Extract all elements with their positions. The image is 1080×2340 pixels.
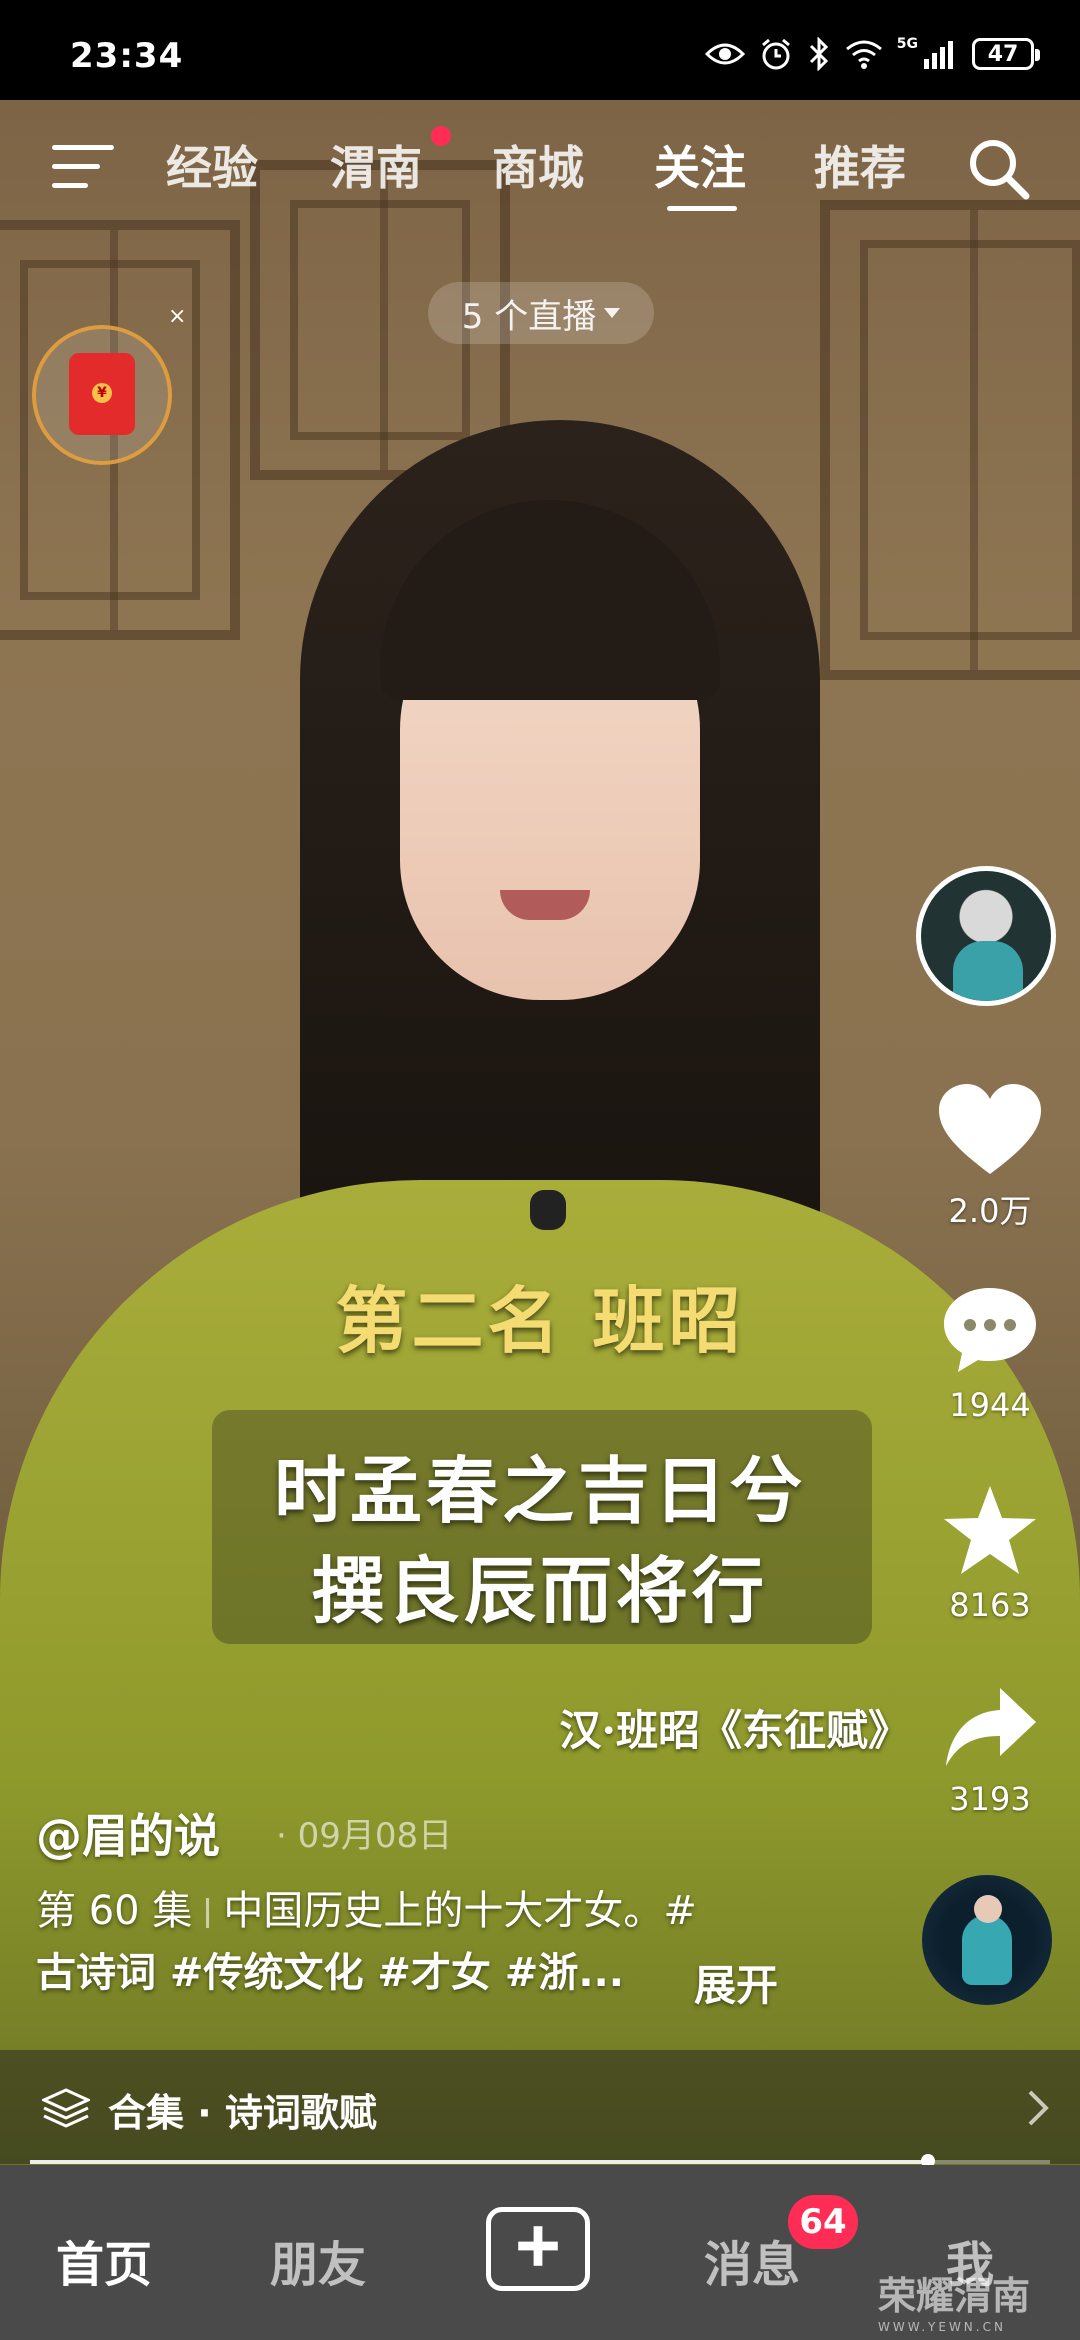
comment-icon [944, 1288, 1036, 1372]
app-watermark: 荣耀渭南 WWW.YEWN.CN [878, 2265, 1030, 2334]
messages-badge: 64 [788, 2195, 858, 2249]
desc-line-1: 第 60 集中国历史上的十大才女。# [36, 1880, 776, 1942]
layers-icon [42, 2088, 90, 2128]
network-type: 5G [896, 36, 918, 52]
music-disc[interactable] [922, 1875, 1052, 2005]
tab-experience[interactable]: 经验 [166, 132, 258, 198]
avatar-figure [953, 941, 1023, 1001]
watermark-title: 荣耀渭南 [878, 2274, 1031, 2318]
favorite-button[interactable]: 8163 [930, 1482, 1050, 1624]
red-packet-close-button[interactable]: × [168, 304, 186, 329]
like-count: 2.0万 [948, 1192, 1032, 1230]
eye-icon [704, 43, 745, 65]
red-envelope-icon: ¥ [69, 353, 135, 435]
share-arrow-icon [946, 1688, 1036, 1766]
signal-icon [924, 41, 953, 69]
nav-messages[interactable]: 消息 [704, 2225, 800, 2295]
battery-indicator: 47 [972, 38, 1040, 70]
live-count-label: 5 个直播 [461, 296, 597, 337]
tab-mall[interactable]: 商城 [492, 132, 584, 198]
share-button[interactable]: 3193 [930, 1682, 1050, 1818]
caption-line-1: 时孟春之吉日兮 [273, 1448, 806, 1533]
desc-text: 中国历史上的十大才女。# [223, 1888, 697, 1934]
caption-line-2: 撰良辰而将行 [311, 1548, 768, 1633]
comment-button[interactable]: 1944 [930, 1282, 1050, 1424]
window-lattice-decoration [820, 200, 1080, 680]
separator [206, 1898, 210, 1928]
heart-icon [939, 1084, 1041, 1174]
nav-friends[interactable]: 朋友 [270, 2225, 366, 2295]
bottom-nav: 首页 朋友 消息 64 我 荣耀渭南 WWW.YEWN.CN [0, 2165, 1080, 2340]
active-tab-indicator [667, 206, 737, 211]
caption-source: 汉·班昭《东征赋》 [559, 1706, 910, 1755]
playback-progress-bar[interactable] [30, 2154, 1050, 2168]
watermark-url: WWW.YEWN.CN [878, 2320, 1006, 2334]
wifi-icon [845, 40, 882, 69]
favorite-count: 8163 [949, 1586, 1031, 1624]
alarm-icon [761, 38, 790, 70]
dropdown-arrow-icon [604, 308, 621, 318]
disc-figure [962, 1915, 1012, 1985]
progress-fill [30, 2160, 928, 2164]
chevron-right-icon [1028, 2090, 1049, 2126]
lapel-mic [530, 1190, 566, 1230]
app-screen: 23:34 5G 47 经验 渭南 商城 关注 推荐 5 个直播 ¥ × 第二名… [0, 0, 1080, 2340]
menu-icon[interactable] [52, 145, 114, 189]
status-time: 23:34 [70, 36, 184, 76]
collection-label: 合集 · 诗词歌赋 [108, 2091, 377, 2135]
bluetooth-icon [809, 37, 828, 71]
status-bar: 23:34 5G 47 [0, 0, 1080, 100]
like-button[interactable]: 2.0万 [930, 1082, 1050, 1232]
episode-label: 第 60 集 [36, 1888, 193, 1934]
author-avatar[interactable] [916, 866, 1056, 1006]
live-streams-pill[interactable]: 5 个直播 [428, 282, 654, 344]
create-plus-button[interactable] [486, 2207, 590, 2291]
desc-line-2: 古诗词 #传统文化 #才女 #浙... [36, 1942, 776, 2004]
nav-home[interactable]: 首页 [56, 2225, 152, 2295]
yuan-coin: ¥ [92, 383, 112, 403]
star-icon [944, 1486, 1036, 1574]
status-icons: 5G 47 [704, 34, 1040, 74]
share-count: 3193 [949, 1780, 1031, 1818]
comment-count: 1944 [949, 1386, 1031, 1424]
tab-recommend[interactable]: 推荐 [814, 132, 906, 198]
hashtags: 古诗词 #传统文化 #才女 #浙... [36, 1950, 624, 1996]
tab-following[interactable]: 关注 [654, 132, 746, 198]
caption-headline: 第二名 班昭 [335, 1278, 745, 1363]
notification-dot [431, 126, 451, 146]
disc-figure-head [974, 1895, 1002, 1923]
red-packet-widget[interactable]: ¥ [32, 325, 172, 465]
author-name[interactable]: @眉的说 [36, 1800, 220, 1866]
tab-weinan[interactable]: 渭南 [330, 132, 422, 198]
expand-button[interactable]: 展开 [694, 1952, 778, 2013]
search-icon[interactable] [966, 136, 1032, 202]
post-description[interactable]: 第 60 集中国历史上的十大才女。# 古诗词 #传统文化 #才女 #浙... [36, 1880, 776, 2004]
post-date: · 09月08日 [276, 1816, 453, 1856]
collection-bar[interactable]: 合集 · 诗词歌赋 [0, 2050, 1080, 2164]
